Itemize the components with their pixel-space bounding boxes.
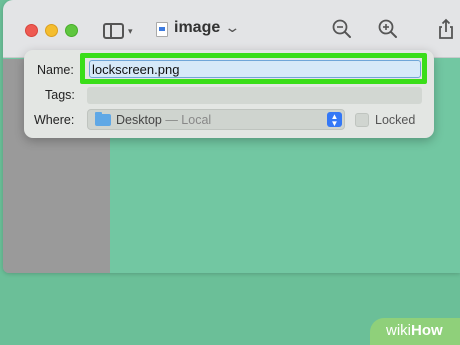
sidebar-toggle-icon[interactable]: ▾ — [103, 21, 145, 41]
chevron-updown-icon[interactable]: ▲ ▼ — [327, 112, 342, 128]
where-select[interactable]: Desktop — Local ▲ ▼ — [87, 109, 345, 130]
zoom-out-icon[interactable] — [331, 18, 353, 40]
minimize-window-button[interactable] — [45, 24, 58, 37]
where-sublocation: — Local — [161, 113, 212, 127]
name-field-highlight — [80, 53, 427, 84]
where-value: Desktop — Local — [116, 113, 211, 127]
where-label: Where: — [34, 113, 75, 127]
zoom-in-icon[interactable] — [377, 18, 399, 40]
name-label: Name: — [37, 63, 74, 77]
watermark-wiki: wiki — [386, 322, 411, 339]
wikihow-watermark: wikiHow — [370, 318, 460, 345]
where-location: Desktop — [116, 113, 162, 127]
chevron-down-icon[interactable]: ⌄ — [224, 19, 241, 37]
watermark-text: wikiHow — [386, 322, 443, 339]
watermark-how: How — [411, 322, 443, 339]
document-icon — [156, 22, 168, 37]
rename-popover: Name: Tags: Where: Desktop — Local ▲▼ Lo… — [24, 50, 434, 138]
locked-checkbox[interactable] — [355, 113, 369, 127]
close-window-button[interactable] — [25, 24, 38, 37]
window-title[interactable]: image — [174, 19, 220, 37]
tags-label: Tags: — [45, 88, 75, 102]
share-icon[interactable] — [435, 18, 457, 40]
fullscreen-window-button[interactable] — [65, 24, 78, 37]
tags-field[interactable] — [87, 87, 422, 104]
folder-icon — [95, 112, 111, 126]
locked-label: Locked — [375, 113, 416, 127]
